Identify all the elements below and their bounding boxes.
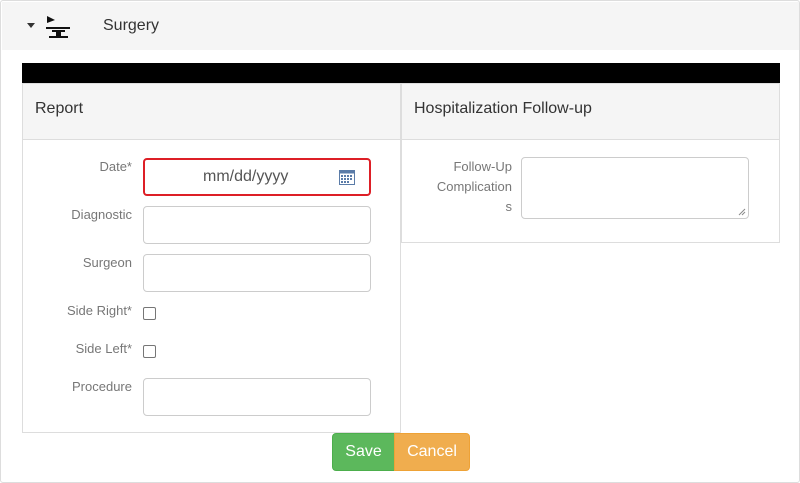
section-title: Surgery: [103, 17, 160, 34]
surgery-section: Surgery Report Date* mm/dd/yyyy Diagnost…: [0, 0, 800, 483]
complications-textarea[interactable]: [521, 157, 749, 219]
calendar-icon[interactable]: [339, 169, 355, 185]
resize-grip-icon[interactable]: [738, 208, 746, 216]
procedure-input[interactable]: [143, 378, 371, 416]
diagnostic-input[interactable]: [143, 206, 371, 244]
surgery-table-icon: [46, 16, 70, 38]
complications-label: Follow-Up Complication s: [436, 159, 512, 214]
followup-panel: Hospitalization Follow-up Follow-Up Comp…: [401, 83, 780, 243]
report-panel-heading: Report: [23, 84, 400, 140]
diagnostic-label: Diagnostic: [71, 207, 132, 222]
procedure-label: Procedure: [72, 379, 132, 394]
report-panel: Report Date* mm/dd/yyyy Diagnostic Surge…: [22, 83, 401, 433]
followup-panel-title: Hospitalization Follow-up: [414, 100, 592, 117]
save-button[interactable]: Save: [332, 433, 395, 471]
date-label: Date*: [99, 159, 132, 174]
side-right-checkbox[interactable]: [143, 307, 156, 320]
date-input[interactable]: mm/dd/yyyy: [143, 158, 371, 196]
report-panel-title: Report: [35, 100, 84, 117]
surgeon-label: Surgeon: [82, 255, 132, 270]
followup-panel-heading: Hospitalization Follow-up: [402, 84, 779, 140]
side-left-label: Side Left*: [75, 341, 132, 356]
surgeon-input[interactable]: [143, 254, 371, 292]
side-right-label: Side Right*: [66, 303, 132, 318]
cancel-button[interactable]: Cancel: [394, 433, 470, 471]
section-header[interactable]: Surgery: [2, 2, 799, 50]
black-banner: [22, 63, 780, 83]
side-left-checkbox[interactable]: [143, 345, 156, 358]
caret-down-icon[interactable]: [27, 23, 35, 28]
date-placeholder: mm/dd/yyyy: [203, 168, 289, 185]
